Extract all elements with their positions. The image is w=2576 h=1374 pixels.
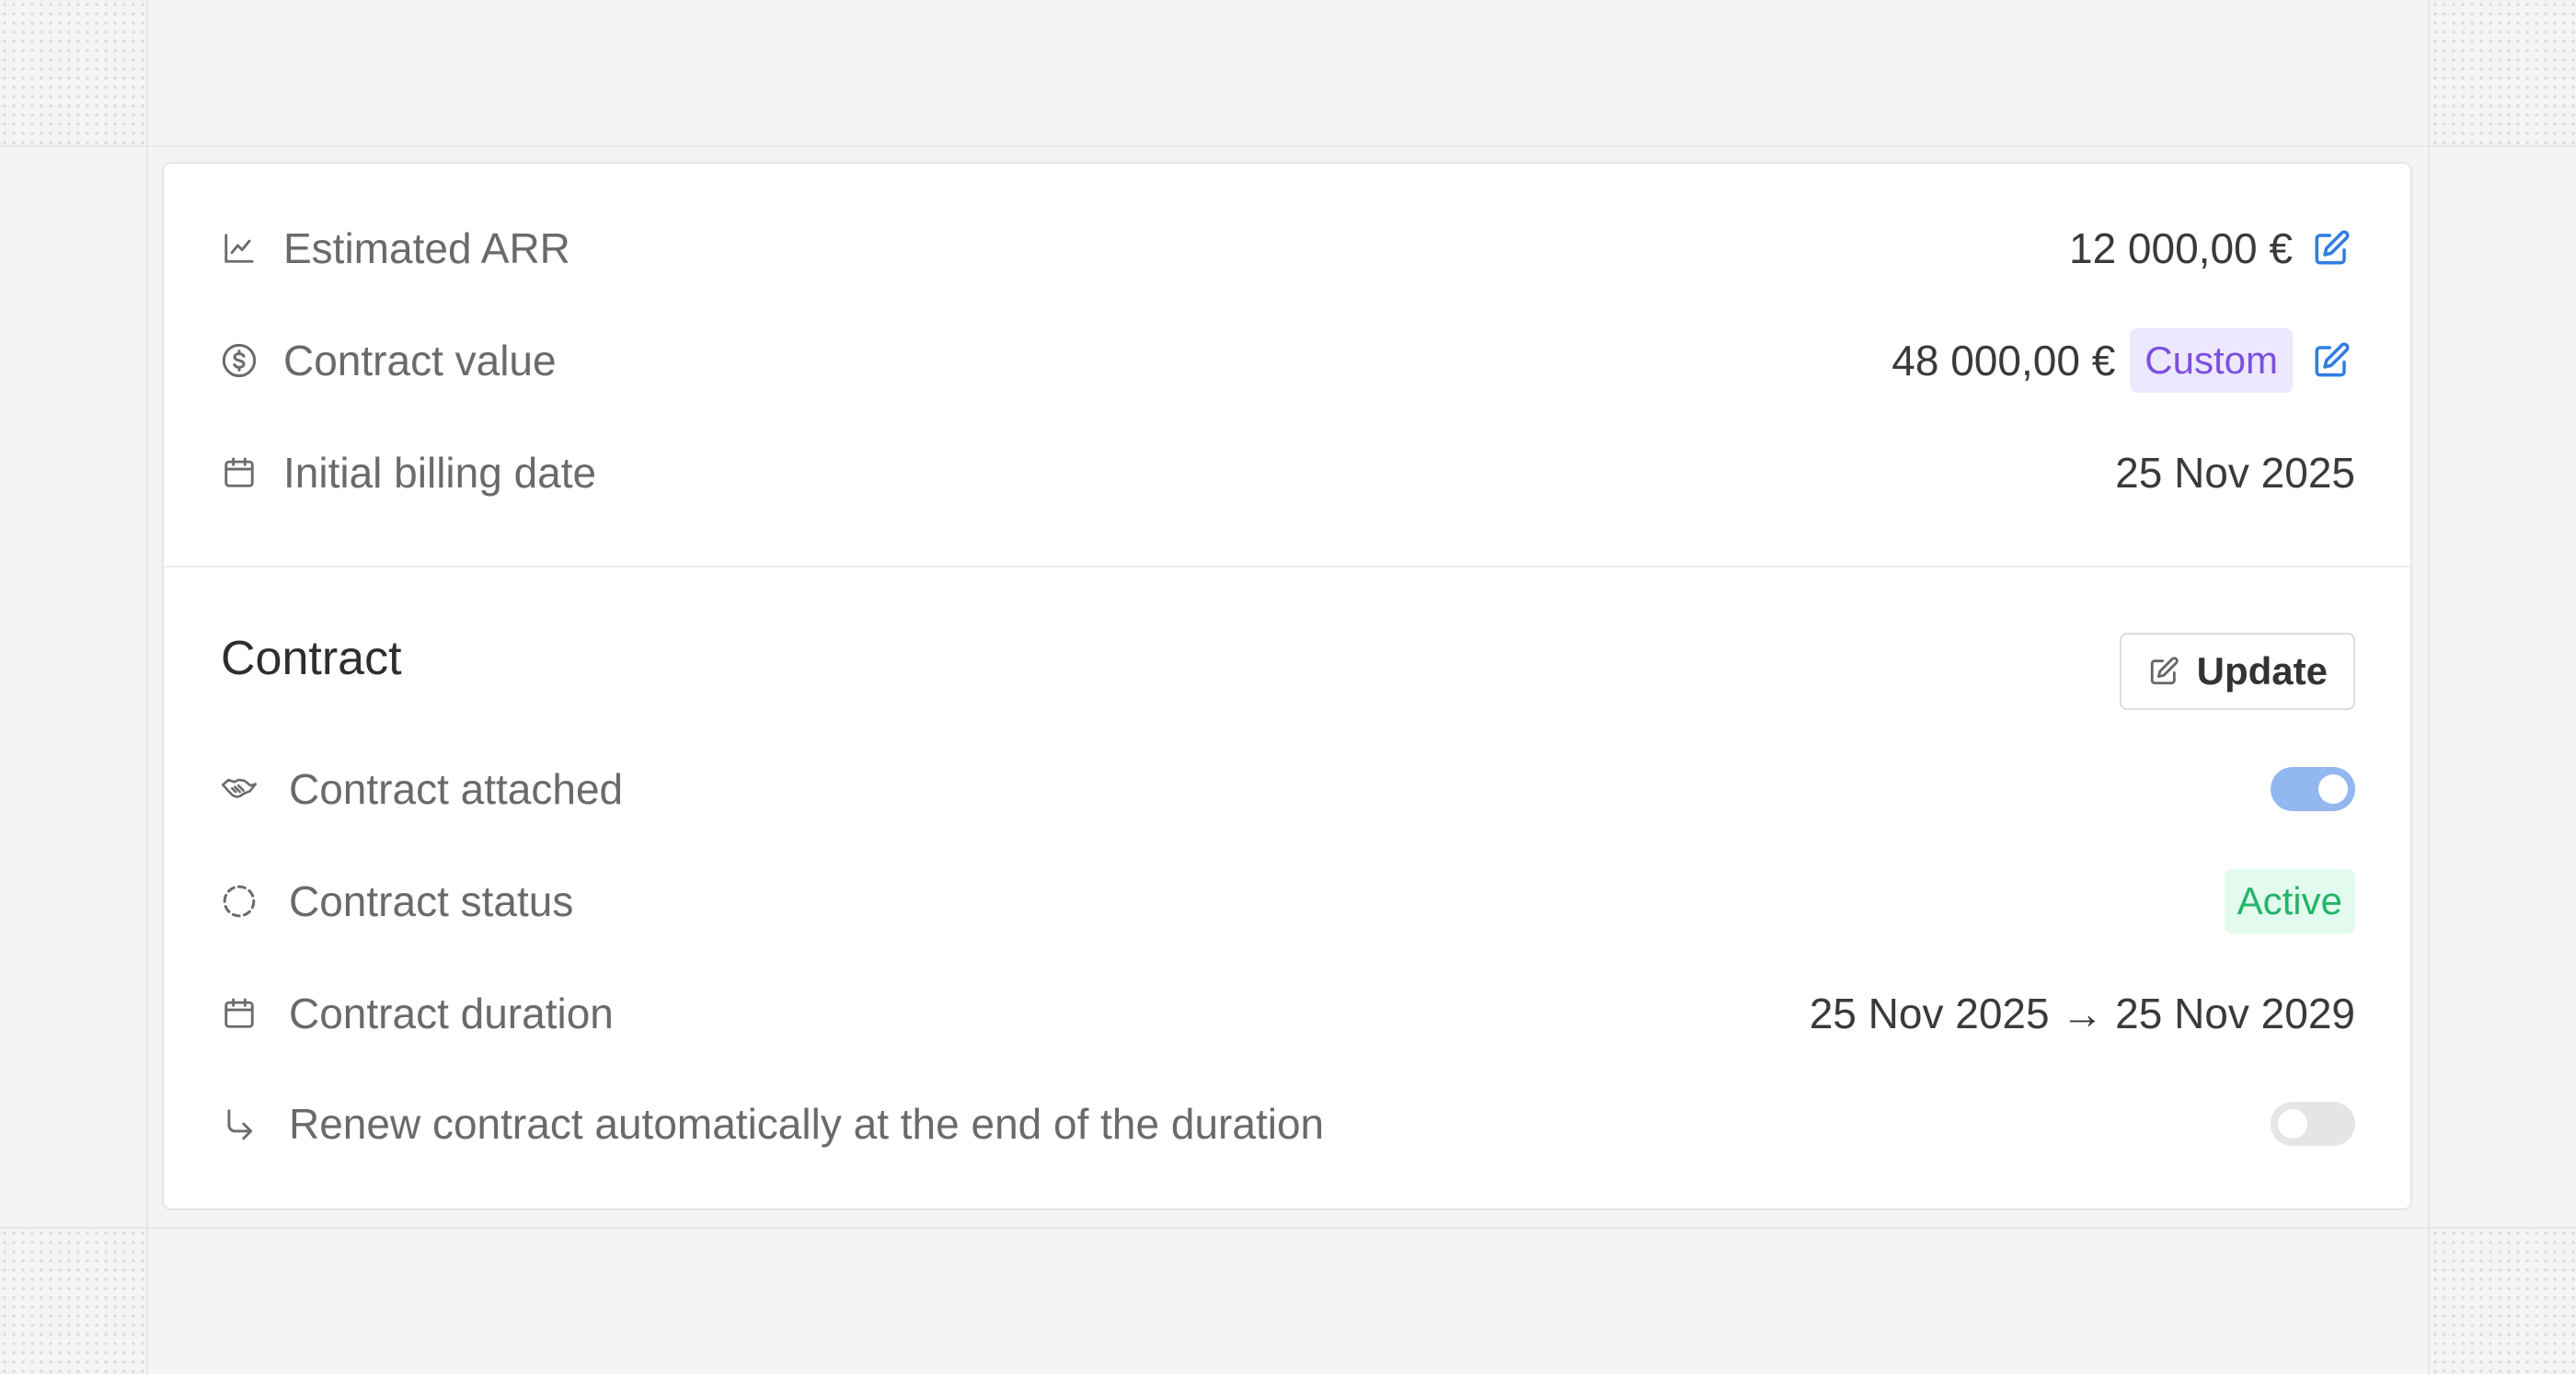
contract-details-card: Estimated ARR 12 000,00 € Contract value… [162,162,2412,1210]
update-button-label: Update [2196,649,2328,693]
update-contract-button[interactable]: Update [2119,633,2355,710]
calendar-icon [221,995,258,1032]
estimated-arr-row: Estimated ARR 12 000,00 € [221,212,2355,285]
contract-attached-row: Contract attached [221,752,2355,826]
contract-duration-label: Contract duration [289,990,614,1037]
grid-line [0,145,2576,147]
grid-line [146,0,148,1374]
estimated-arr-label: Estimated ARR [283,224,570,272]
edit-contract-value-button[interactable] [2307,337,2355,384]
auto-renew-toggle[interactable] [2271,1102,2355,1146]
decorative-dots [0,0,145,145]
grid-line [0,1227,2576,1229]
handshake-icon [221,771,258,807]
edit-icon [2315,342,2350,377]
initial-billing-date-label: Initial billing date [283,449,597,497]
estimated-arr-value: 12 000,00 € [2068,224,2293,272]
chart-line-icon [221,230,258,267]
edit-estimated-arr-button[interactable] [2307,224,2355,272]
toggle-knob [2278,1109,2307,1139]
decorative-dots [0,1229,145,1374]
contract-section-title: Contract [221,632,402,685]
contract-status-label: Contract status [289,877,574,925]
dollar-circle-icon [221,342,258,379]
contract-value-label: Contract value [283,337,557,384]
corner-down-right-icon [221,1105,258,1142]
contract-duration-row: Contract duration 25 Nov 2025 → 25 Nov 2… [221,977,2355,1050]
toggle-knob [2318,774,2348,804]
contract-duration-value: 25 Nov 2025 → 25 Nov 2029 [1809,990,2355,1037]
initial-billing-date-value: 25 Nov 2025 [2115,449,2355,497]
contract-value-row: Contract value 48 000,00 € Custom [221,324,2355,397]
dashed-circle-icon [221,883,258,920]
contract-attached-label: Contract attached [289,765,624,813]
auto-renew-row: Renew contract automatically at the end … [221,1087,2355,1161]
contract-attached-toggle[interactable] [2271,767,2355,811]
edit-icon [2315,230,2350,265]
section-divider [164,566,2410,567]
contract-status-row: Contract status Active [221,864,2355,938]
decorative-dots [2431,1229,2576,1374]
contract-value-value: 48 000,00 € [1892,337,2116,384]
auto-renew-label: Renew contract automatically at the end … [289,1100,1325,1148]
edit-icon [2147,655,2180,688]
calendar-icon [221,454,258,491]
grid-line [2428,0,2430,1374]
custom-badge: Custom [2130,328,2293,393]
initial-billing-date-row: Initial billing date 25 Nov 2025 [221,436,2355,510]
decorative-dots [2431,0,2576,145]
status-badge: Active [2224,869,2355,933]
